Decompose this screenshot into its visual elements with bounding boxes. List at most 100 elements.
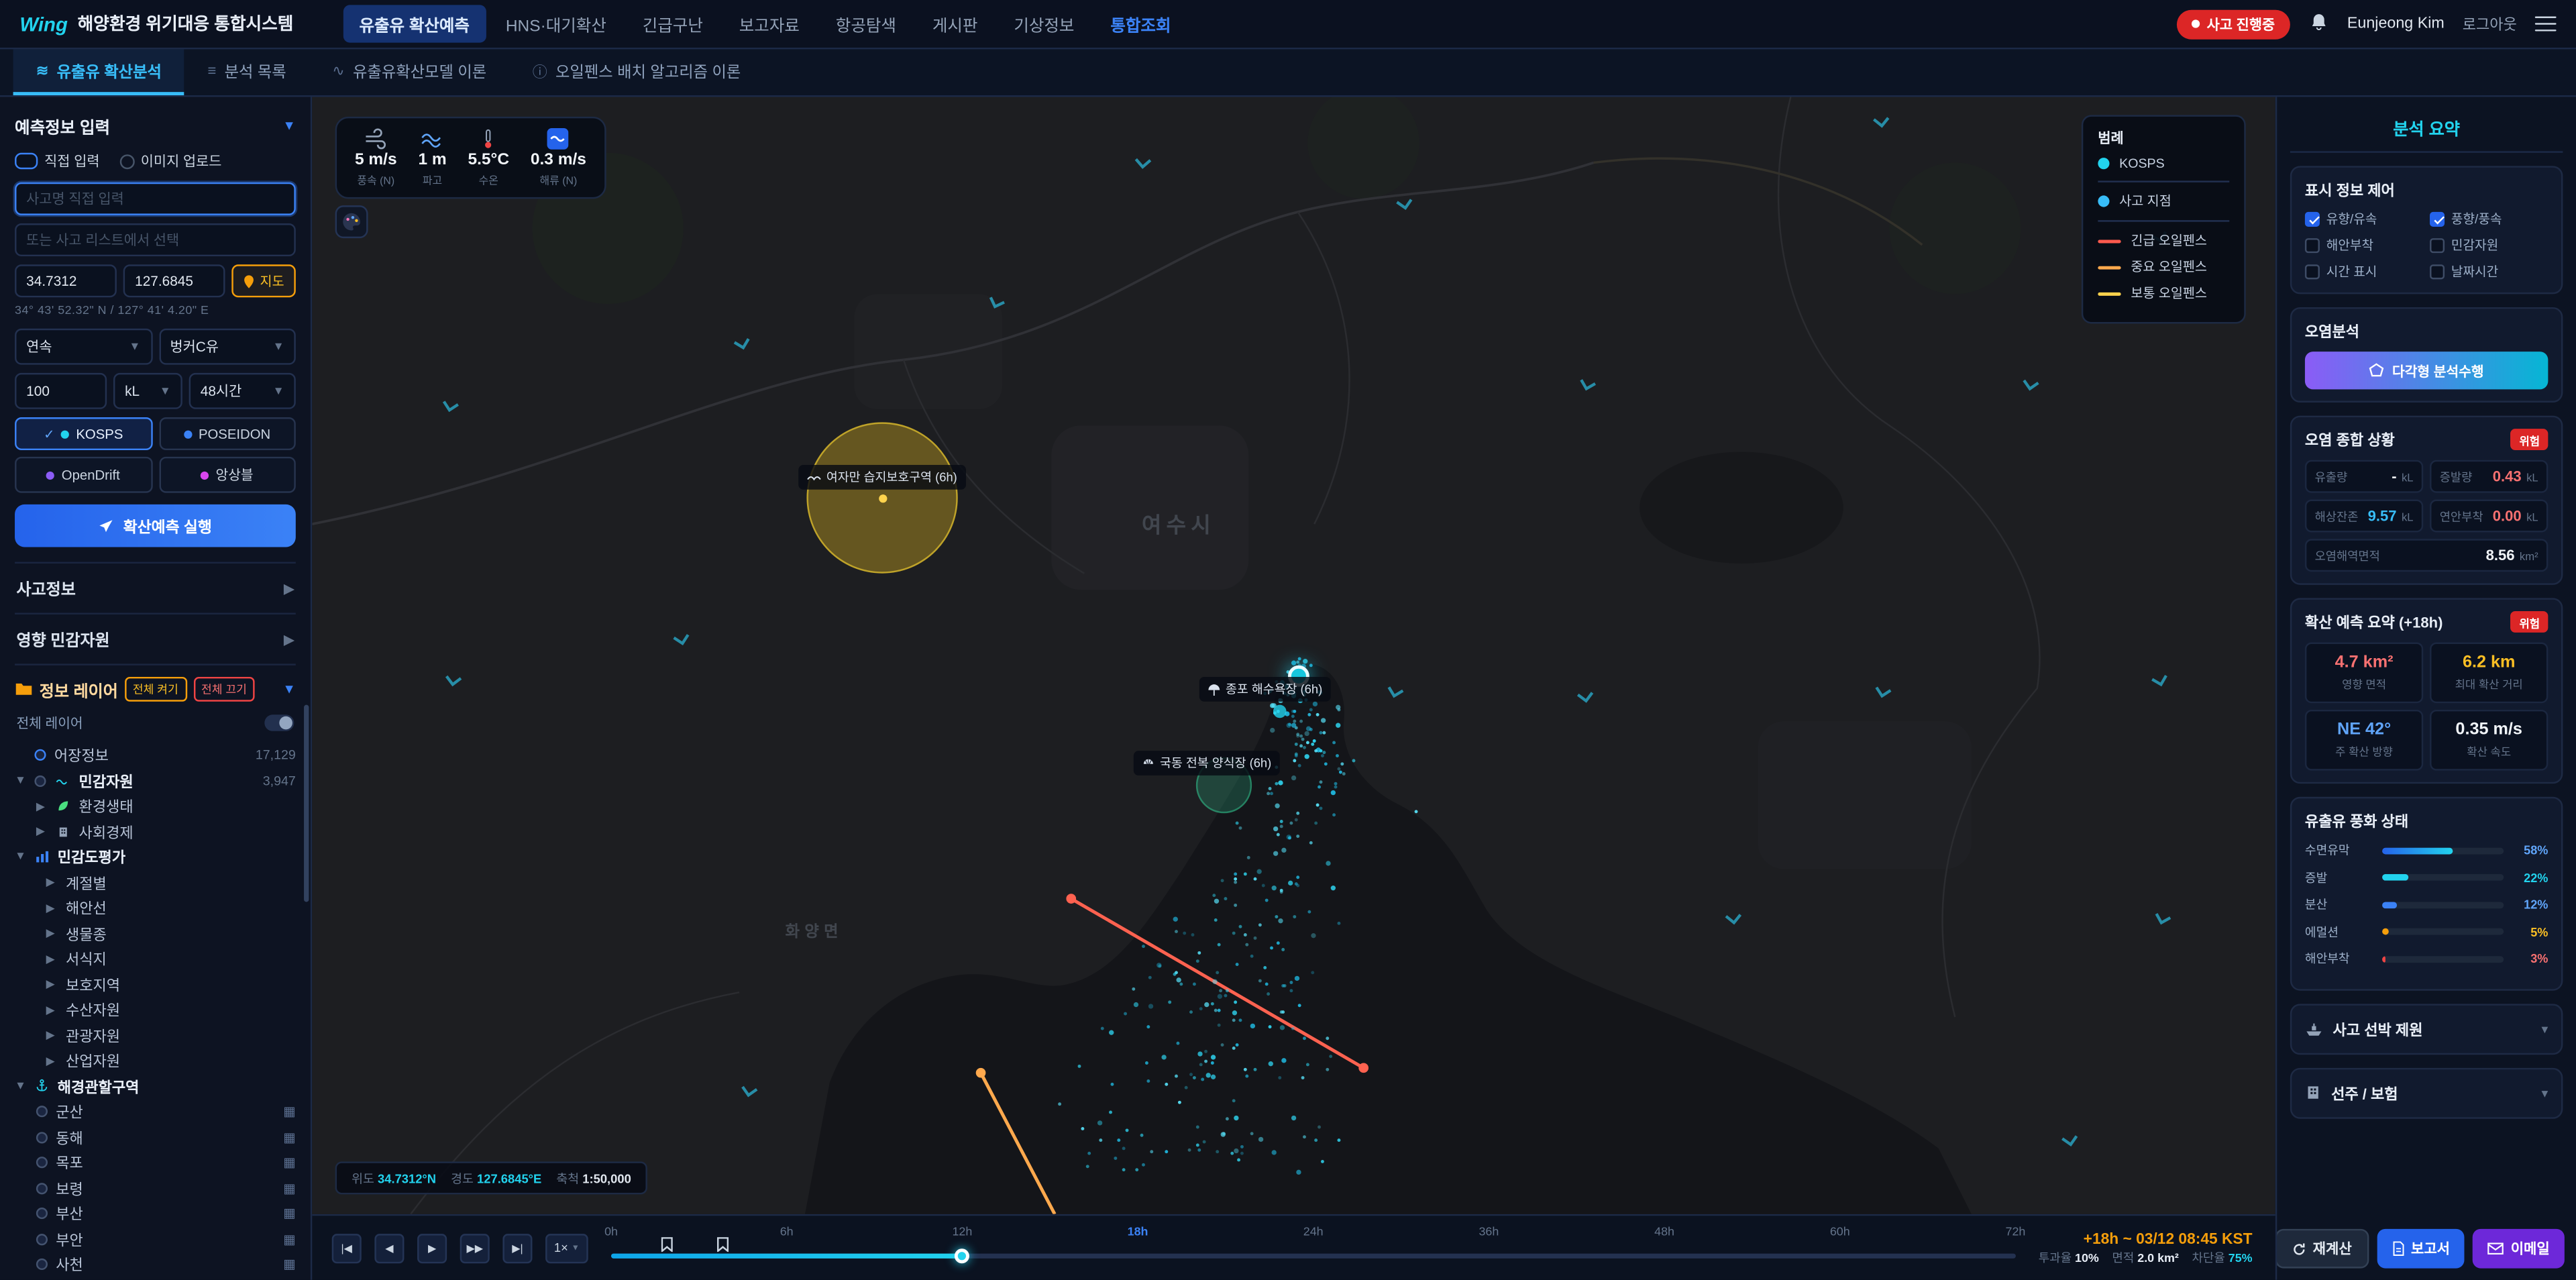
all-layers-toggle[interactable] xyxy=(264,714,294,731)
incident-in-progress-badge[interactable]: 사고 진행중 xyxy=(2178,9,2290,38)
layer-row-industrial-resource[interactable]: ▶산업자원 xyxy=(15,1048,296,1073)
layer-toggle-dot[interactable] xyxy=(36,1234,48,1245)
layer-toggle-dot[interactable] xyxy=(36,1208,48,1220)
playback-speed-button[interactable]: 1×▼ xyxy=(545,1233,588,1263)
logout-button[interactable]: 로그아웃 xyxy=(2463,13,2517,35)
grid-layer-icon[interactable]: ▦ xyxy=(283,1257,296,1272)
unit-select[interactable]: kL▼ xyxy=(113,373,182,409)
longitude-input[interactable] xyxy=(123,264,225,297)
layer-row-socioeconomic[interactable]: ▶ 사회경제 xyxy=(15,819,296,845)
checkbox-time-display[interactable]: 시간 표시 xyxy=(2305,263,2423,281)
tab-analysis-list[interactable]: ≡분석 목록 xyxy=(184,49,309,95)
expand-icon[interactable]: ▶ xyxy=(36,800,48,813)
layer-row-fishery-resource[interactable]: ▶수산자원 xyxy=(15,998,296,1023)
vessel-spec-card[interactable]: 사고 선박 제원 ▾ xyxy=(2290,1003,2563,1054)
map-style-button[interactable] xyxy=(335,205,368,238)
model-chip-opendrift[interactable]: OpenDrift xyxy=(15,457,152,493)
grid-layer-icon[interactable]: ▦ xyxy=(283,1155,296,1170)
expand-icon[interactable]: ▼ xyxy=(15,1081,26,1092)
notification-bell-icon[interactable] xyxy=(2308,11,2329,37)
menu-air-search[interactable]: 항공탐색 xyxy=(819,5,912,42)
accident-info-section[interactable]: 사고정보▶ xyxy=(15,562,296,613)
layer-row-coastline[interactable]: ▶해안선 xyxy=(15,896,296,921)
model-chip-kosps[interactable]: ✓KOSPS xyxy=(15,417,152,450)
layer-row-sacheon[interactable]: 사천▦ xyxy=(15,1252,296,1277)
spill-type-select[interactable]: 연속▼ xyxy=(15,329,152,365)
layer-toggle-dot[interactable] xyxy=(36,1106,48,1118)
layer-row-gunsan[interactable]: 군산▦ xyxy=(15,1099,296,1124)
menu-reports[interactable]: 보고자료 xyxy=(722,5,816,42)
layer-row-seasonal[interactable]: ▶계절별 xyxy=(15,870,296,896)
email-button[interactable]: 이메일 xyxy=(2473,1229,2564,1269)
fast-forward-button[interactable]: ▶▶ xyxy=(460,1233,490,1263)
prediction-input-section-header[interactable]: 예측정보 입력▼ xyxy=(15,109,296,148)
layer-row-donghae[interactable]: 동해▦ xyxy=(15,1124,296,1150)
menu-weather-info[interactable]: 기상정보 xyxy=(998,5,1091,42)
latitude-input[interactable] xyxy=(15,264,117,297)
checkbox-shore-attachment[interactable]: 해안부착 xyxy=(2305,237,2423,255)
grid-layer-icon[interactable]: ▦ xyxy=(283,1130,296,1144)
layer-group-kcg-zones[interactable]: ▼ 해경관할구역 xyxy=(15,1073,296,1099)
tab-model-theory[interactable]: ∿유출유확산모델 이론 xyxy=(309,49,509,95)
grid-layer-icon[interactable]: ▦ xyxy=(283,1232,296,1246)
owner-insurance-card[interactable]: 선주 / 보험 ▾ xyxy=(2290,1067,2563,1118)
layer-row-tourism-resource[interactable]: ▶관광자원 xyxy=(15,1022,296,1048)
map-canvas[interactable]: 여자만 습지보호구역 (6h) 종포 해수욕장 (6h) 국동 전복 양식장 (… xyxy=(312,97,2275,1214)
oil-type-select[interactable]: 벙커C유▼ xyxy=(158,329,295,365)
duration-select[interactable]: 48시간▼ xyxy=(189,373,296,409)
amount-input[interactable] xyxy=(15,373,107,409)
all-layers-off-button[interactable]: 전체 끄기 xyxy=(193,677,255,702)
hamburger-menu-icon[interactable] xyxy=(2535,12,2557,36)
tab-boom-algorithm-theory[interactable]: ⓘ오일펜스 배치 알고리즘 이론 xyxy=(509,49,763,95)
model-chip-poseidon[interactable]: POSEIDON xyxy=(158,417,295,450)
menu-integrated-search[interactable]: 통합조회 xyxy=(1094,5,1187,42)
checkbox-datetime[interactable]: 날짜시간 xyxy=(2430,263,2548,281)
model-chip-ensemble[interactable]: 앙상블 xyxy=(158,457,295,493)
radio-direct-input[interactable]: 직접 입력 xyxy=(15,151,100,170)
grid-layer-icon[interactable]: ▦ xyxy=(283,1206,296,1221)
grid-layer-icon[interactable]: ▦ xyxy=(283,1181,296,1195)
layer-row-boryeong[interactable]: 보령▦ xyxy=(15,1175,296,1201)
layer-toggle-dot[interactable] xyxy=(34,749,46,761)
layer-row-eco[interactable]: ▶ 환경생태 xyxy=(15,794,296,819)
menu-hns-air[interactable]: HNS·대기확산 xyxy=(489,5,623,42)
accident-list-input[interactable] xyxy=(15,223,296,256)
menu-emergency-rescue[interactable]: 긴급구난 xyxy=(626,5,719,42)
layer-row-mokpo[interactable]: 목포▦ xyxy=(15,1150,296,1175)
layer-row-busan[interactable]: 부산▦ xyxy=(15,1201,296,1226)
pick-on-map-button[interactable]: 지도 xyxy=(232,264,296,297)
accident-name-input[interactable] xyxy=(15,182,296,215)
menu-board[interactable]: 게시판 xyxy=(916,5,994,42)
layer-row-buan[interactable]: 부안▦ xyxy=(15,1226,296,1252)
play-button[interactable]: ▶ xyxy=(417,1233,447,1263)
menu-oil-spill-forecast[interactable]: 유출유 확산예측 xyxy=(343,5,486,42)
layer-group-sensitivity-eval[interactable]: ▼ 민감도평가 xyxy=(15,845,296,870)
skip-start-button[interactable]: |◀ xyxy=(332,1233,362,1263)
polygon-analysis-button[interactable]: 다각형 분석수행 xyxy=(2305,352,2548,389)
layer-row-species[interactable]: ▶생물종 xyxy=(15,921,296,947)
grid-layer-icon[interactable]: ▦ xyxy=(283,1104,296,1119)
tab-spill-analysis[interactable]: ≋유출유 확산분석 xyxy=(13,49,185,95)
timeline-handle[interactable] xyxy=(955,1248,969,1263)
layer-row-protected-area[interactable]: ▶보호지역 xyxy=(15,972,296,998)
layer-toggle-dot[interactable] xyxy=(36,1259,48,1271)
layer-group-sensitive[interactable]: ▼ 민감자원 3,947 xyxy=(15,768,296,794)
expand-icon[interactable]: ▶ xyxy=(36,825,48,839)
skip-end-button[interactable]: ▶| xyxy=(502,1233,532,1263)
step-back-button[interactable]: ◀ xyxy=(374,1233,404,1263)
layer-toggle-dot[interactable] xyxy=(36,1132,48,1143)
all-layers-on-button[interactable]: 전체 켜기 xyxy=(125,677,186,702)
layer-toggle-dot[interactable] xyxy=(34,775,46,786)
info-layers-header[interactable]: 정보 레이어 전체 켜기 전체 끄기 ▼ xyxy=(15,663,296,710)
expand-icon[interactable]: ▼ xyxy=(15,775,26,786)
timeline-track[interactable] xyxy=(611,1254,2015,1259)
impact-resources-section[interactable]: 영향 민감자원▶ xyxy=(15,612,296,663)
sidebar-scrollbar[interactable] xyxy=(304,705,309,902)
checkbox-sensitive-resources[interactable]: 민감자원 xyxy=(2430,237,2548,255)
recalculate-button[interactable]: 재계산 xyxy=(2275,1229,2368,1269)
layer-toggle-dot[interactable] xyxy=(36,1157,48,1169)
report-button[interactable]: 보고서 xyxy=(2377,1229,2465,1269)
radio-image-upload[interactable]: 이미지 업로드 xyxy=(119,151,222,170)
layer-toggle-dot[interactable] xyxy=(36,1183,48,1194)
checkbox-current-dir-speed[interactable]: 유향/유속 xyxy=(2305,210,2423,228)
